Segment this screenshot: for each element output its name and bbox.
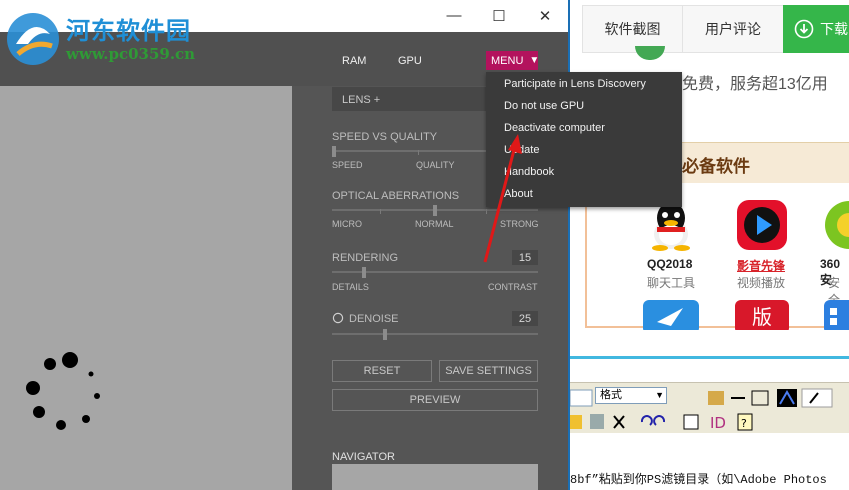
preview-button[interactable]: PREVIEW (332, 389, 538, 411)
360-icon[interactable] (822, 198, 849, 252)
menu-item-lens-discovery[interactable]: Participate in Lens Discovery (504, 78, 646, 90)
minimize-button[interactable]: — (431, 0, 477, 31)
tick-mark (380, 209, 381, 214)
download-icon (794, 19, 814, 39)
app-category: 视频播放 (737, 276, 786, 290)
maximize-button[interactable]: ☐ (476, 0, 522, 31)
app-icon[interactable] (643, 300, 699, 330)
loading-spinner-icon (26, 352, 100, 430)
menu-item-no-gpu[interactable]: Do not use GPU (504, 100, 584, 112)
gpu-button[interactable]: GPU (398, 55, 422, 67)
denoise-toggle-icon[interactable] (332, 312, 344, 324)
rendering-title: RENDERING (332, 252, 399, 264)
chevron-down-icon: ▼ (655, 390, 664, 400)
app-name[interactable]: 影音先锋 (737, 257, 785, 274)
denoise-value[interactable]: 25 (512, 311, 538, 326)
tick-mark (418, 150, 419, 155)
tab-screenshots[interactable]: 软件截图 (582, 5, 683, 53)
normal-label: NORMAL (415, 219, 454, 229)
site-logo-icon (7, 13, 59, 65)
denoise-handle[interactable] (382, 329, 387, 340)
svg-text:版: 版 (752, 305, 772, 329)
format-select[interactable]: 格式 ▼ (595, 387, 667, 404)
svg-text:?: ? (741, 417, 747, 430)
optical-title: OPTICAL ABERRATIONS (332, 190, 460, 202)
close-button[interactable]: ✕ (522, 0, 568, 31)
svg-text:ID: ID (710, 414, 726, 431)
tab-download-label: 下载 (820, 21, 848, 37)
menu-button[interactable]: MENU ▼ (486, 51, 540, 70)
save-settings-button[interactable]: SAVE SETTINGS (439, 360, 538, 382)
divider (570, 356, 849, 359)
watermark-title: 河东软件园 (66, 16, 191, 45)
details-label: DETAILS (332, 282, 369, 292)
watermark-url: www.pc0359.cn (66, 45, 196, 63)
content-tabbar: 软件截图 用户评论 下载 (582, 5, 849, 53)
speed-label: SPEED (332, 160, 363, 170)
rendering-handle[interactable] (362, 267, 367, 278)
denoise-track[interactable] (332, 333, 538, 335)
format-select-value: 格式 (600, 389, 622, 401)
app-category: 聊天工具 (647, 276, 696, 290)
optical-handle[interactable] (433, 205, 437, 216)
app-icon[interactable] (824, 300, 849, 330)
promo-text: 免费，服务超13亿用 (682, 76, 828, 93)
denoise-title: DENOISE (349, 313, 399, 325)
app-name[interactable]: QQ2018 (647, 257, 692, 271)
speed-quality-title: SPEED VS QUALITY (332, 131, 438, 143)
contrast-label: CONTRAST (488, 282, 538, 292)
navigator-view[interactable] (332, 464, 538, 490)
micro-label: MICRO (332, 219, 362, 229)
quality-label: QUALITY (416, 160, 455, 170)
panel-border (585, 190, 587, 328)
essentials-title: 必备软件 (682, 157, 750, 176)
editor-content[interactable]: 8bf”粘贴到你PS滤镜目录（如\Adobe Photos (570, 470, 827, 487)
player-icon[interactable] (735, 198, 789, 252)
chevron-down-icon: ▼ (529, 55, 540, 66)
tab-download[interactable]: 下载 (783, 5, 849, 53)
reset-button[interactable]: RESET (332, 360, 432, 382)
navigator-title: NAVIGATOR (332, 451, 395, 463)
panel-border (585, 326, 849, 328)
speed-quality-handle[interactable] (332, 146, 336, 157)
tab-reviews[interactable]: 用户评论 (682, 5, 784, 53)
menu-button-label: MENU (491, 54, 524, 67)
ram-button[interactable]: RAM (342, 55, 366, 67)
app-icon[interactable]: 版 (735, 300, 789, 330)
annotation-arrow-icon (483, 134, 522, 263)
